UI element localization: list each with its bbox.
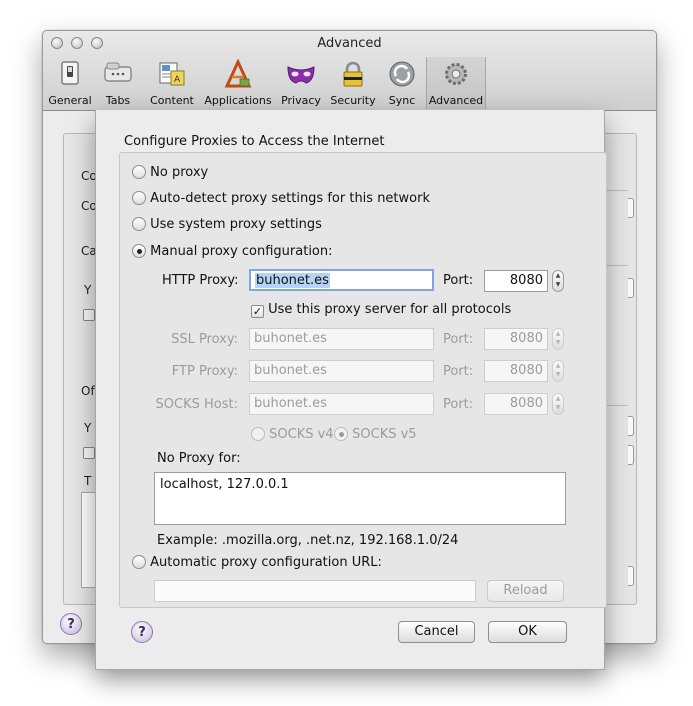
option-label: Auto-detect proxy settings for this netw… [150, 191, 430, 206]
ssl-proxy-input[interactable]: buhonet.es [249, 328, 434, 350]
socks-host-label: SOCKS Host: [155, 397, 238, 412]
ftp-port-label: Port: [443, 364, 474, 379]
background-label: T [84, 474, 92, 488]
ssl-port-label: Port: [443, 332, 474, 347]
toolbar-label: Privacy [281, 94, 321, 107]
gear-icon [445, 63, 467, 85]
socks-v5-option[interactable]: SOCKS v5 [334, 427, 417, 442]
toolbar-tabs[interactable]: Tabs [97, 57, 139, 109]
radio-button-selected[interactable] [132, 244, 146, 258]
manual-proxy-option[interactable]: Manual proxy configuration: [132, 244, 333, 259]
ftp-proxy-input[interactable]: buhonet.es [249, 360, 434, 382]
switch-icon [61, 61, 79, 85]
http-port-input[interactable]: 8080 [484, 270, 548, 292]
divider [604, 405, 628, 406]
toolbar-privacy[interactable]: Privacy [279, 57, 323, 109]
connection-settings-sheet: Configure Proxies to Access the Internet… [95, 110, 607, 670]
socks-port-input[interactable]: 8080 [484, 393, 548, 415]
http-port-label: Port: [443, 273, 474, 288]
ssl-port-input[interactable]: 8080 [484, 328, 548, 350]
radio-button-selected[interactable] [334, 427, 348, 441]
http-port-stepper[interactable]: ▲ ▼ [552, 270, 564, 292]
system-proxy-option[interactable]: Use system proxy settings [132, 217, 322, 232]
option-label: Automatic proxy configuration URL: [150, 555, 382, 570]
no-proxy-for-label: No Proxy for: [157, 451, 241, 466]
no-proxy-option[interactable]: No proxy [132, 165, 208, 180]
privacy-mask-icon [287, 66, 315, 84]
background-button-edge[interactable] [628, 278, 634, 298]
no-proxy-example: Example: .mozilla.org, .net.nz, 192.168.… [157, 533, 459, 548]
socks-port-label: Port: [443, 397, 474, 412]
background-button-edge[interactable] [628, 566, 634, 586]
radio-button[interactable] [132, 217, 146, 231]
socks-port-stepper[interactable]: ▲ ▼ [552, 393, 564, 415]
auto-detect-option[interactable]: Auto-detect proxy settings for this netw… [132, 191, 430, 206]
background-checkbox[interactable] [83, 309, 95, 321]
reload-button[interactable]: Reload [487, 580, 564, 602]
background-checkbox[interactable] [83, 447, 95, 459]
help-button[interactable]: ? [131, 621, 153, 643]
background-label: Y [84, 421, 92, 435]
option-label: No proxy [150, 165, 209, 180]
background-label: Of [81, 384, 95, 398]
option-label: Manual proxy configuration: [150, 244, 333, 259]
svg-text:A: A [174, 75, 181, 85]
ssl-proxy-label: SSL Proxy: [171, 332, 238, 347]
toolbar-security[interactable]: Security [327, 57, 379, 109]
radio-button[interactable] [251, 427, 265, 441]
toolbar-label: General [48, 94, 92, 107]
toolbar-applications[interactable]: Applications [203, 57, 273, 109]
background-button-edge[interactable] [628, 198, 634, 218]
divider [604, 265, 628, 266]
ok-button[interactable]: OK [488, 621, 567, 643]
http-proxy-input[interactable]: buhonet.es [249, 269, 434, 291]
applications-icon [224, 59, 252, 88]
cancel-button[interactable]: Cancel [398, 621, 475, 643]
toolbar-advanced[interactable]: Advanced [426, 57, 486, 109]
toolbar-label: Applications [204, 94, 272, 107]
ftp-port-stepper[interactable]: ▲ ▼ [552, 360, 564, 382]
checkbox-label: Use this proxy server for all protocols [268, 302, 512, 317]
ftp-port-input[interactable]: 8080 [484, 360, 548, 382]
divider [604, 190, 628, 191]
content-icon: A [159, 62, 185, 86]
window-title: Advanced [317, 36, 382, 51]
checkbox-checked[interactable]: ✓ [251, 305, 264, 318]
sheet-heading: Configure Proxies to Access the Internet [124, 134, 385, 149]
option-label: SOCKS v5 [352, 427, 417, 442]
title-bar: Advanced General Tabs A Content Applicat… [43, 31, 656, 111]
toolbar-label: Advanced [428, 94, 484, 107]
socks-v4-option[interactable]: SOCKS v4 [251, 427, 334, 442]
background-button-edge[interactable] [628, 416, 634, 436]
background-label: Y [84, 283, 92, 297]
ftp-proxy-label: FTP Proxy: [171, 364, 238, 379]
http-proxy-value: buhonet.es [255, 273, 330, 288]
auto-proxy-url-option[interactable]: Automatic proxy configuration URL: [132, 555, 382, 570]
http-proxy-label: HTTP Proxy: [162, 273, 239, 288]
option-label: SOCKS v4 [269, 427, 334, 442]
toolbar-general[interactable]: General [47, 57, 93, 109]
use-proxy-for-all-checkbox[interactable]: ✓ Use this proxy server for all protocol… [251, 302, 511, 318]
toolbar-label: Sync [388, 94, 416, 107]
toolbar-content[interactable]: A Content [147, 57, 197, 109]
toolbar-sync[interactable]: Sync [383, 57, 421, 109]
option-label: Use system proxy settings [150, 217, 322, 232]
radio-button[interactable] [132, 191, 146, 205]
sync-icon [389, 61, 415, 87]
toolbar-label: Content [150, 94, 194, 107]
radio-button[interactable] [132, 555, 146, 569]
window-help-button[interactable]: ? [60, 613, 82, 635]
tabs-icon [104, 62, 132, 82]
radio-button[interactable] [132, 165, 146, 179]
ssl-port-stepper[interactable]: ▲ ▼ [552, 328, 564, 350]
toolbar-label: Tabs [105, 94, 131, 107]
background-button-edge[interactable] [628, 445, 634, 465]
auto-proxy-url-input[interactable] [154, 580, 476, 602]
no-proxy-for-textarea[interactable]: localhost, 127.0.0.1 [154, 472, 566, 525]
socks-host-input[interactable]: buhonet.es [249, 393, 434, 415]
padlock-icon [343, 61, 363, 87]
toolbar-label: Security [330, 94, 376, 107]
